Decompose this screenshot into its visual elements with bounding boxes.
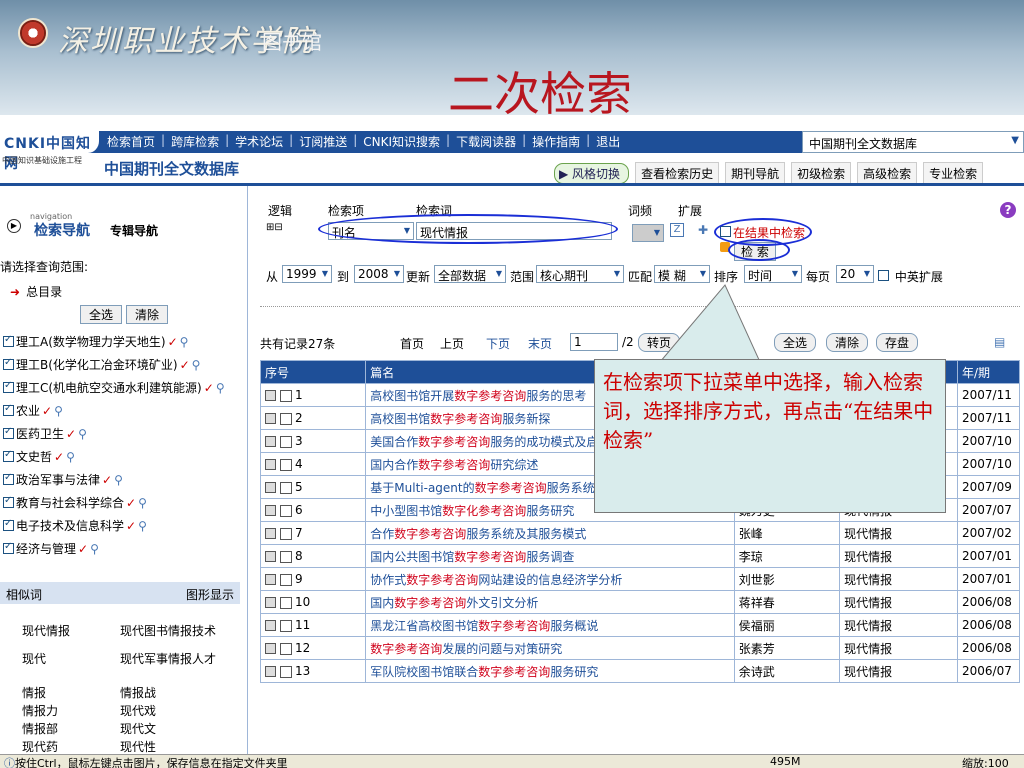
zoom-level[interactable]: 缩放:100 <box>962 755 1009 768</box>
callout-tail <box>658 284 761 363</box>
status-text: 按住Ctrl，鼠标左键点击图片，保存信息在指定文件夹里 <box>15 757 288 768</box>
info-icon: ⓘ <box>4 757 15 768</box>
status-size: 495M <box>770 755 801 768</box>
callout-box: 在检索项下拉菜单中选择，输入检索词，选择排序方式，再点击“在结果中检索” <box>594 359 946 513</box>
status-bar: ⓘ按住Ctrl，鼠标左键点击图片，保存信息在指定文件夹里 495M 缩放:100 <box>0 754 1024 768</box>
